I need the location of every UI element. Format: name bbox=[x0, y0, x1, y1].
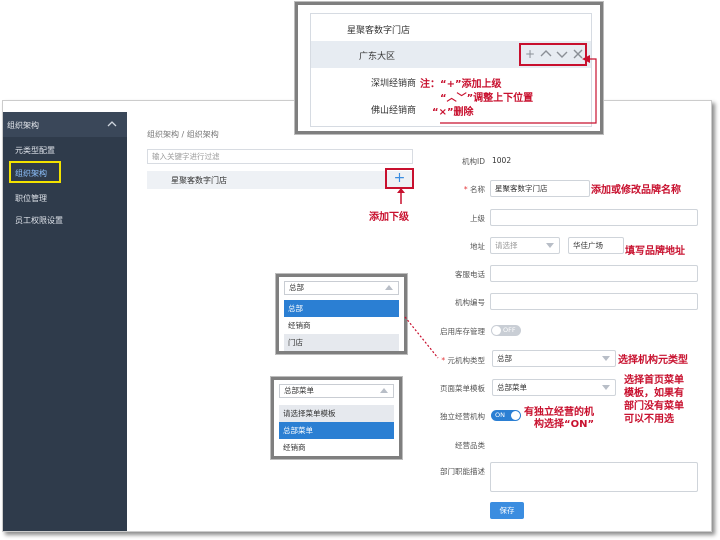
tree-node-root[interactable]: 星聚客数字门店 bbox=[147, 171, 413, 189]
annotation-address: 填写品牌地址 bbox=[625, 246, 685, 257]
tree-actions-callout: 星聚客数字门店 广东大区 深圳经销商 佛山经销商 + 注：“+”添加上级 “︿﹀… bbox=[295, 2, 603, 134]
inventory-toggle[interactable]: OFF bbox=[491, 325, 521, 336]
menu-template-select[interactable]: 总部菜单 bbox=[492, 379, 616, 396]
org-code-input[interactable] bbox=[490, 293, 698, 310]
annotation-name: 添加或修改品牌名称 bbox=[591, 185, 681, 196]
menu-template-label: 页面菜单模板 bbox=[440, 384, 485, 393]
dropdown-option[interactable]: 总部 bbox=[284, 300, 399, 317]
annotation-add-child: 添加下级 bbox=[369, 212, 409, 223]
breadcrumb: 组织架构 / 组织架构 bbox=[147, 129, 219, 140]
connector-line bbox=[440, 55, 597, 124]
dropdown-option[interactable]: 总部菜单 bbox=[279, 422, 394, 439]
breadcrumb-item[interactable]: 组织架构 bbox=[147, 130, 179, 139]
category-label: 经营品类 bbox=[455, 441, 485, 450]
caret-down-icon bbox=[602, 356, 610, 361]
caret-down-icon bbox=[602, 385, 610, 390]
sidebar-item-positions[interactable]: 职位管理 bbox=[15, 193, 47, 204]
description-textarea[interactable] bbox=[490, 462, 698, 492]
arrow-icon bbox=[397, 188, 405, 204]
dropdown-option[interactable]: 请选择菜单模板 bbox=[279, 405, 394, 422]
org-id-label: 机构ID bbox=[462, 157, 485, 166]
annotation-independent: 有独立经营的机 构选择“ON” bbox=[524, 407, 595, 430]
sidebar-group-header[interactable]: 组织架构 bbox=[3, 112, 127, 137]
independent-label: 独立经营机构 bbox=[440, 412, 485, 421]
breadcrumb-item: 组织架构 bbox=[186, 130, 219, 139]
annotation-meta-type: 选择机构元类型 bbox=[618, 355, 688, 366]
dropdown-option[interactable]: 门店 bbox=[284, 334, 399, 351]
caret-up-icon bbox=[385, 285, 393, 290]
connector-line bbox=[404, 316, 439, 359]
caret-up-icon bbox=[380, 388, 388, 393]
tree-node-root[interactable]: 星聚客数字门店 bbox=[311, 14, 591, 41]
address-region-select[interactable]: 请选择 bbox=[490, 237, 560, 254]
org-id-value: 1002 bbox=[492, 156, 512, 165]
parent-label: 上级 bbox=[470, 214, 485, 223]
caret-down-icon bbox=[546, 243, 554, 248]
plus-icon: + bbox=[393, 170, 406, 186]
menu-template-dropdown-select[interactable]: 总部菜单 bbox=[279, 384, 394, 398]
meta-type-dropdown-popup: 总部 总部 经销商 门店 bbox=[276, 274, 407, 354]
chevron-up-icon bbox=[107, 121, 117, 127]
sidebar: 组织架构 元类型配置 组织架构 职位管理 员工权限设置 bbox=[3, 112, 127, 531]
dropdown-option[interactable]: 经销商 bbox=[284, 317, 399, 334]
annotation-menu-template: 选择首页菜单 模板，如果有 部门没有菜单 可以不用选 bbox=[624, 375, 684, 425]
menu-template-dropdown-popup: 总部菜单 请选择菜单模板 总部菜单 经销商 bbox=[271, 377, 402, 459]
sidebar-item-org[interactable]: 组织架构 bbox=[15, 168, 47, 179]
description-label: 部门职能描述 bbox=[440, 467, 485, 476]
address-detail-input[interactable]: 华佳广场 bbox=[568, 237, 624, 254]
add-child-button[interactable]: + bbox=[385, 168, 414, 189]
sidebar-item-permissions[interactable]: 员工权限设置 bbox=[15, 215, 63, 226]
toggle-knob bbox=[492, 326, 501, 335]
toggle-knob bbox=[511, 411, 520, 420]
dropdown-option[interactable]: 经销商 bbox=[279, 439, 394, 456]
org-code-label: 机构编号 bbox=[455, 298, 485, 307]
tree-search-input[interactable]: 输入关键字进行过滤 bbox=[147, 149, 413, 164]
save-button[interactable]: 保存 bbox=[490, 502, 524, 519]
tree-node-child[interactable]: 佛山经销商 bbox=[371, 103, 416, 116]
independent-toggle[interactable]: ON bbox=[491, 410, 521, 421]
name-input[interactable]: 星聚客数字门店 bbox=[490, 180, 590, 197]
tree-node-label: 星聚客数字门店 bbox=[171, 176, 227, 185]
parent-input[interactable] bbox=[490, 209, 698, 226]
sidebar-item-meta-type[interactable]: 元类型配置 bbox=[15, 145, 55, 156]
meta-type-dropdown-select[interactable]: 总部 bbox=[284, 281, 399, 295]
service-phone-input[interactable] bbox=[490, 265, 698, 282]
tree-node-child[interactable]: 深圳经销商 bbox=[371, 76, 416, 89]
meta-type-select[interactable]: 总部 bbox=[492, 350, 616, 367]
address-label: 地址 bbox=[470, 242, 485, 251]
name-label: * 名称 bbox=[463, 185, 485, 194]
sidebar-group-label: 组织架构 bbox=[7, 121, 39, 130]
service-phone-label: 客服电话 bbox=[455, 270, 485, 279]
